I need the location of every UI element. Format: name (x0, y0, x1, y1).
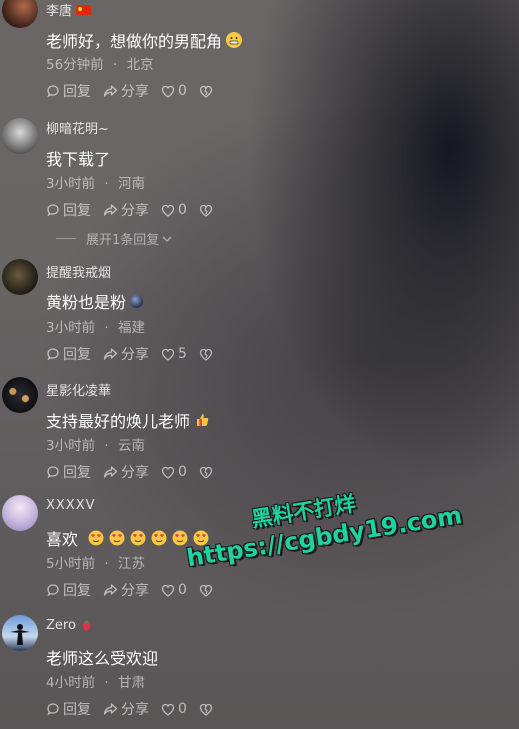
share-button[interactable]: 分享 (103, 699, 149, 719)
comment-actions: 回复 分享 5 (46, 344, 225, 364)
comment-username[interactable]: 柳暗花明~ (46, 118, 109, 137)
thumbs-up-emoji-icon (197, 414, 209, 426)
reply-button[interactable]: 回复 (46, 462, 91, 482)
share-arrow-icon (103, 85, 118, 97)
avatar[interactable] (2, 259, 38, 295)
heart-icon (161, 85, 175, 98)
like-button[interactable]: 0 (161, 464, 187, 480)
watermark: 黑料不打烊 https://cgbdy19.com (180, 471, 464, 573)
share-button[interactable]: 分享 (103, 344, 149, 364)
dislike-button[interactable] (199, 85, 213, 98)
reply-button[interactable]: 回复 (46, 580, 91, 600)
strawberry-badge-icon (82, 620, 91, 631)
comment-meta: 3小时前 · 云南 (46, 438, 145, 454)
comment-username[interactable]: 星影化凌華 (46, 380, 111, 399)
avatar[interactable] (2, 0, 38, 28)
like-button[interactable]: 0 (161, 202, 187, 218)
share-arrow-icon (103, 348, 118, 360)
china-flag-icon (76, 4, 92, 15)
comment-bubble-icon (47, 85, 59, 98)
heart-eyes-emoji-icon (130, 530, 146, 546)
comment-meta: 3小时前 · 河南 (46, 176, 145, 192)
share-button[interactable]: 分享 (103, 200, 149, 220)
reply-button[interactable]: 回复 (46, 699, 91, 719)
share-arrow-icon (103, 703, 118, 715)
reply-button[interactable]: 回复 (46, 81, 91, 101)
broken-heart-icon (199, 85, 213, 98)
heart-eyes-emoji-icon (151, 530, 167, 546)
reply-button[interactable]: 回复 (46, 200, 91, 220)
comment-actions: 回复 分享 0 (46, 580, 225, 600)
share-button[interactable]: 分享 (103, 81, 149, 101)
comment-username[interactable]: XXXXV (46, 498, 96, 513)
comment-bubble-icon (47, 348, 59, 361)
comment-actions: 回复 分享 0 (46, 81, 225, 101)
comment-username[interactable]: 提醒我戒烟 (46, 262, 111, 281)
comment-meta: 5小时前 · 江苏 (46, 556, 145, 572)
comment-actions: 回复 分享 0 (46, 200, 225, 220)
like-button[interactable]: 0 (161, 83, 187, 99)
comment-text: 老师这么受欢迎 (46, 649, 159, 668)
broken-heart-icon (199, 348, 213, 361)
expand-replies-button[interactable]: 展开1条回复 (46, 229, 173, 248)
reply-button[interactable]: 回复 (46, 344, 91, 364)
share-arrow-icon (103, 466, 118, 478)
heart-icon (161, 584, 175, 597)
heart-icon (161, 348, 175, 361)
comment-username[interactable]: Zero (46, 618, 93, 633)
heart-eyes-emoji-icon (88, 530, 104, 546)
comment-meta: 56分钟前 · 北京 (46, 57, 154, 73)
dislike-button[interactable] (199, 204, 213, 217)
bomb-emoji-icon (130, 294, 144, 308)
comment-text: 黄粉也是粉 (46, 289, 144, 313)
heart-icon (161, 204, 175, 217)
comment-text: 支持最好的焕儿老师 (46, 408, 210, 432)
divider-line (56, 238, 76, 239)
avatar[interactable] (2, 118, 38, 154)
comment-bubble-icon (47, 204, 59, 217)
heart-icon (161, 703, 175, 716)
comment-text: 我下载了 (46, 150, 111, 169)
broken-heart-icon (199, 703, 213, 716)
broken-heart-icon (199, 584, 213, 597)
broken-heart-icon (199, 466, 213, 479)
silhouette-figure-icon (10, 624, 30, 645)
avatar[interactable] (2, 495, 38, 531)
dislike-button[interactable] (199, 466, 213, 479)
comment-text: 老师好，想做你的男配角 (46, 28, 243, 52)
comment-bubble-icon (47, 584, 59, 597)
share-button[interactable]: 分享 (103, 580, 149, 600)
share-button[interactable]: 分享 (103, 462, 149, 482)
heart-eyes-emoji-icon (109, 530, 125, 546)
dislike-button[interactable] (199, 703, 213, 716)
like-button[interactable]: 5 (161, 346, 187, 362)
share-arrow-icon (103, 204, 118, 216)
comment-meta: 3小时前 · 福建 (46, 320, 145, 336)
share-arrow-icon (103, 584, 118, 596)
avatar[interactable] (2, 377, 38, 413)
dislike-button[interactable] (199, 348, 213, 361)
dislike-button[interactable] (199, 584, 213, 597)
grimace-emoji-icon (226, 32, 243, 48)
like-button[interactable]: 0 (161, 582, 187, 598)
comment-bubble-icon (47, 703, 59, 716)
comment-actions: 回复 分享 0 (46, 462, 225, 482)
comment-username[interactable]: 李唐 (46, 0, 92, 19)
broken-heart-icon (199, 204, 213, 217)
heart-icon (161, 466, 175, 479)
avatar[interactable] (2, 615, 38, 651)
chevron-down-icon (162, 236, 172, 242)
comment-bubble-icon (47, 466, 59, 479)
comment-actions: 回复 分享 0 (46, 699, 225, 719)
like-button[interactable]: 0 (161, 701, 187, 717)
comment-meta: 4小时前 · 甘肃 (46, 675, 145, 691)
